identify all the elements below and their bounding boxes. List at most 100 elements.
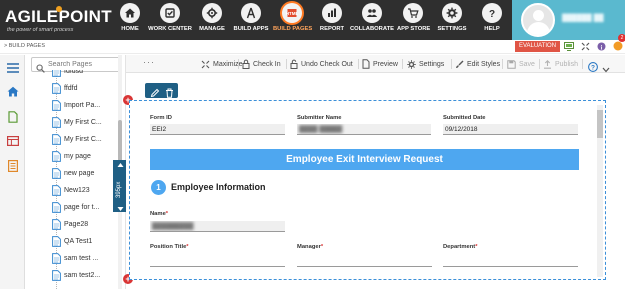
name-field-label: Name* — [150, 211, 169, 217]
save-button[interactable]: Save — [507, 58, 535, 70]
name-field[interactable]: █████████ — [150, 221, 285, 232]
page-list-item[interactable]: page for t... — [52, 200, 99, 215]
form-scrollbar-thumb[interactable] — [597, 110, 603, 138]
page-list-item[interactable]: Import Pa... — [52, 98, 100, 113]
nav-build-pages-label: BUILD PAGES — [273, 26, 313, 32]
department-field[interactable] — [443, 257, 578, 267]
svg-text:?: ? — [591, 65, 595, 72]
page-list-item-label: My First C... — [64, 136, 102, 143]
brush-icon — [456, 60, 464, 68]
page-list-item-label: Page28 — [64, 221, 89, 228]
page-list-item[interactable]: sam test ... — [52, 251, 98, 266]
submitter-name-field[interactable]: ████ █████ — [297, 124, 431, 135]
page-list-item[interactable]: fdfdsd — [52, 70, 83, 79]
toolbar-divider — [286, 59, 287, 69]
page-list-item[interactable]: my page — [52, 149, 91, 164]
page-doc-icon — [52, 70, 61, 77]
menu-toggle-button[interactable] — [5, 60, 20, 75]
submitted-date-field[interactable]: 09/12/2018 — [443, 124, 578, 135]
page-list-item-label: my page — [64, 153, 91, 160]
notification-icon[interactable]: 2 — [613, 33, 625, 56]
publish-button[interactable]: Publish — [543, 58, 578, 70]
nav-build-apps[interactable]: BUILD APPS — [233, 3, 269, 39]
nav-build-pages[interactable]: HTML BUILD PAGES — [273, 3, 313, 39]
edit-styles-label: Edit Styles — [467, 60, 501, 68]
home-icon — [120, 3, 140, 23]
user-name: ██████ ██ — [562, 15, 604, 22]
maximize-icon — [201, 60, 210, 68]
work-center-icon — [160, 3, 180, 23]
left-rail — [0, 55, 25, 289]
rail-table-button[interactable] — [5, 133, 20, 148]
more-options-icon[interactable]: ··· — [143, 57, 155, 67]
page-list-item[interactable]: ffdfd — [52, 81, 78, 96]
monitor-icon[interactable] — [564, 38, 574, 56]
toolbar-divider — [238, 59, 239, 69]
nav-settings[interactable]: SETTINGS — [436, 3, 468, 39]
nav-app-store[interactable]: APP STORE — [397, 3, 430, 39]
page-list-item-label: sam test2... — [64, 272, 101, 279]
nav-build-apps-label: BUILD APPS — [233, 26, 269, 32]
home-icon — [7, 86, 18, 97]
preview-icon — [362, 59, 370, 69]
gear-icon — [407, 59, 416, 69]
settings-button[interactable]: Settings — [407, 58, 444, 70]
help-icon: ? — [482, 3, 502, 23]
undo-check-out-button[interactable]: Undo Check Out — [290, 58, 353, 70]
toolbar-divider — [502, 59, 503, 69]
nav-collaborate[interactable]: COLLABORATE — [350, 3, 394, 39]
nav-report-label: REPORT — [319, 26, 345, 32]
page-list-item[interactable]: My First C... — [52, 115, 102, 130]
top-navigation-bar: AGILEPOINT the power of smart process HO… — [0, 0, 625, 40]
page-list-item[interactable]: Page28 — [52, 217, 88, 232]
page-list-item[interactable]: new page — [52, 166, 94, 181]
page-list-item-label: ffdfd — [64, 85, 78, 92]
submitted-date-label: Submitted Date — [443, 115, 486, 121]
nav-collaborate-label: COLLABORATE — [350, 26, 395, 32]
notification-count: 2 — [618, 33, 625, 42]
nav-home[interactable]: HOME — [118, 3, 142, 39]
info-icon[interactable]: i — [597, 38, 606, 56]
form-id-field[interactable]: EEI2 — [150, 124, 285, 135]
check-in-button[interactable]: Check In — [242, 58, 281, 70]
nav-manage[interactable]: MANAGE — [197, 3, 227, 39]
publish-icon — [544, 59, 551, 69]
page-list-item-label: New123 — [64, 187, 90, 194]
maximize-button[interactable]: Maximize — [201, 58, 243, 70]
department-label: Department* — [443, 244, 478, 250]
list-icon — [7, 159, 18, 172]
form-title-banner: Employee Exit Interview Request — [150, 149, 579, 170]
user-profile-panel[interactable]: ██████ ██ — [512, 0, 625, 40]
agilepoint-logo[interactable]: AGILEPOINT the power of smart process — [0, 0, 115, 40]
page-list-item[interactable]: sam test2... — [52, 268, 100, 283]
page-list-item-label: My First C... — [64, 119, 102, 126]
search-pages-input[interactable] — [48, 59, 118, 70]
rail-list-button[interactable] — [5, 158, 20, 173]
nav-report[interactable]: REPORT — [318, 3, 346, 39]
report-icon — [322, 3, 342, 23]
nav-work-center[interactable]: WORK CENTER — [148, 3, 192, 39]
toolbar-divider — [358, 59, 359, 69]
fullscreen-icon[interactable] — [581, 38, 590, 56]
app-store-icon — [403, 3, 423, 23]
page-list-item[interactable]: New123 — [52, 183, 90, 198]
page-doc-icon — [52, 151, 61, 162]
undo-check-out-label: Undo Check Out — [301, 60, 353, 68]
rail-page-button[interactable] — [5, 109, 20, 124]
edit-styles-button[interactable]: Edit Styles — [455, 58, 500, 70]
nav-manage-label: MANAGE — [199, 26, 225, 32]
position-title-field[interactable] — [150, 257, 285, 267]
preview-button[interactable]: Preview — [362, 58, 398, 70]
lock-icon — [242, 59, 250, 69]
page-list-item[interactable]: My First C... — [52, 132, 102, 147]
submitter-name-value: ████ █████ — [299, 126, 343, 133]
nav-work-center-label: WORK CENTER — [148, 26, 192, 32]
rail-home-button[interactable] — [5, 84, 20, 99]
page-doc-icon — [52, 100, 61, 111]
build-pages-screen: AGILEPOINT the power of smart process HO… — [0, 0, 625, 289]
page-list-item[interactable]: QA Test1 — [52, 234, 92, 249]
breadcrumb[interactable]: > BUILD PAGES — [4, 43, 45, 49]
manager-field[interactable] — [297, 257, 432, 267]
nav-help[interactable]: ? HELP — [480, 3, 504, 39]
manager-label: Manager* — [297, 244, 324, 250]
